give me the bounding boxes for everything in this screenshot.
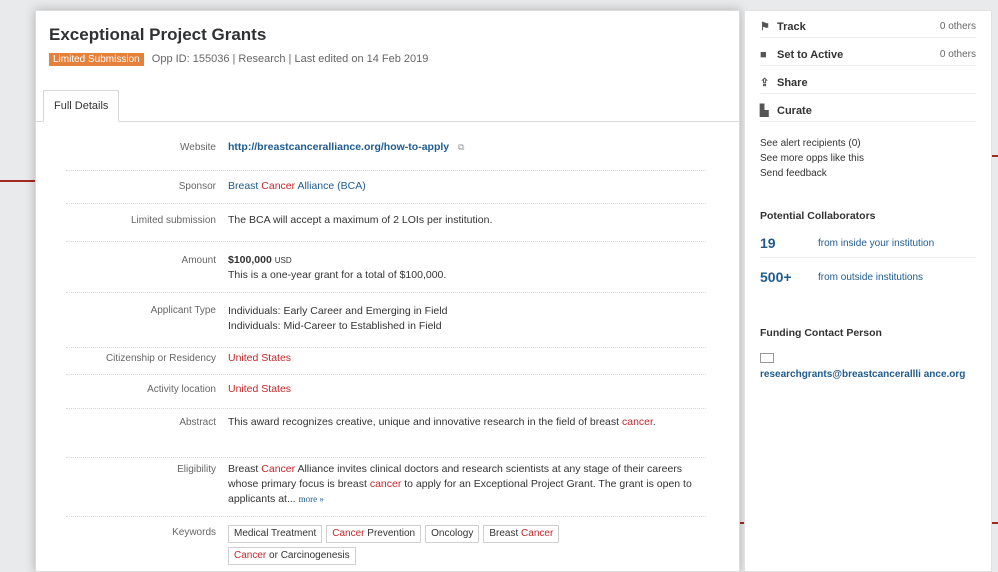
eligibility-red-1: Cancer (261, 463, 296, 475)
star-box-icon: ■ (760, 49, 767, 61)
abstract-text-red: cancer (621, 416, 653, 428)
keyword-chip[interactable]: Oncology (425, 525, 480, 543)
keyword-text: or Carcinogenesis (266, 550, 350, 561)
track-label: Track (777, 21, 806, 33)
keyword-chip[interactable]: Cancer Prevention (326, 525, 422, 543)
row-limited-submission: Limited submission The BCA will accept a… (66, 204, 706, 242)
email-icon (760, 353, 774, 363)
more-link[interactable]: more » (299, 494, 324, 504)
applicant-label: Applicant Type (150, 305, 216, 316)
activity-value: United States (228, 383, 292, 395)
eligibility-red-2: cancer (369, 478, 402, 490)
set-active-label: Set to Active (777, 49, 844, 61)
sponsor-value[interactable]: Breast Cancer Alliance (BCA) (228, 179, 694, 194)
collaborators-heading: Potential Collaborators (760, 210, 876, 222)
sponsor-text-red: Cancer (261, 180, 296, 192)
applicant-line-1: Individuals: Early Career and Emerging i… (228, 305, 448, 317)
keyword-text: Breast (489, 528, 522, 539)
tab-full-details[interactable]: Full Details (43, 90, 120, 122)
row-website: Website http://breastcanceralliance.org/… (66, 136, 706, 171)
curate-button[interactable]: ▙ Curate (760, 101, 976, 122)
curate-icon: ▙ (760, 105, 769, 117)
opportunity-meta: Limited Submission Opp ID: 155036 | Rese… (49, 53, 429, 66)
limited-value: The BCA will accept a maximum of 2 LOIs … (228, 214, 493, 226)
keyword-chip[interactable]: Cancer or Carcinogenesis (228, 547, 356, 565)
share-icon: ⇪ (760, 77, 770, 89)
eligibility-value: Breast Cancer Alliance invites clinical … (228, 462, 694, 507)
limited-submission-badge: Limited Submission (49, 53, 144, 66)
see-alert-recipients-link[interactable]: See alert recipients (0) (760, 138, 861, 149)
amount-label: Amount (181, 255, 216, 266)
website-label: Website (180, 142, 216, 153)
share-label: Share (777, 77, 808, 89)
amount-note: This is a one-year grant for a total of … (228, 269, 447, 281)
applicant-line-2: Individuals: Mid-Career to Established i… (228, 320, 442, 332)
external-link-icon[interactable]: ⧉ (458, 142, 464, 152)
page-title: Exceptional Project Grants (49, 25, 267, 44)
amount-currency: USD (274, 256, 292, 265)
sidebar: ⚑ Track 0 others ■ Set to Active 0 others … (744, 10, 992, 572)
row-eligibility: Eligibility Breast Cancer Alliance invit… (66, 458, 706, 517)
send-feedback-link[interactable]: Send feedback (760, 168, 827, 179)
collab-outside-count: 500+ (760, 269, 792, 285)
keywords-list: Medical Treatment Cancer Prevention Oncolo… (228, 525, 648, 569)
keyword-red: Cancer (234, 550, 267, 561)
keyword-text: Prevention (364, 528, 416, 539)
eligibility-text-1: Breast (228, 463, 262, 475)
website-value: http://breastcanceralliance.org/how-to-a… (228, 140, 694, 155)
tab-bar: Full Details (36, 90, 739, 122)
collab-inside-count: 19 (760, 235, 776, 251)
row-sponsor: Sponsor Breast Cancer Alliance (BCA) (66, 171, 706, 204)
collab-inside-text: from inside your institution (818, 238, 935, 249)
row-keywords: Keywords Medical Treatment Cancer Prevent… (66, 517, 706, 571)
abstract-value: This award recognizes creative, unique a… (228, 415, 694, 430)
keyword-chip[interactable]: Breast Cancer (483, 525, 560, 543)
curate-label: Curate (777, 105, 812, 117)
abstract-text-2: . (652, 416, 656, 428)
contact-email-link[interactable]: researchgrants@breastcancerallli ance.or… (760, 368, 980, 382)
keyword-red: Cancer (332, 528, 365, 539)
collab-outside-text: from outside institutions (818, 272, 924, 283)
row-amount: Amount $100,000 USD This is a one-year g… (66, 242, 706, 293)
collab-outside[interactable]: 500+ from outside institutions (760, 263, 976, 291)
keyword-text: Medical Treatment (234, 528, 317, 539)
citizenship-label: Citizenship or Residency (105, 353, 216, 364)
keyword-chip[interactable]: Medical Treatment (228, 525, 323, 543)
abstract-label: Abstract (179, 417, 216, 428)
flag-icon: ⚑ (760, 21, 770, 33)
track-count: 0 others (939, 21, 976, 32)
opportunity-panel: Exceptional Project Grants Limited Submi… (35, 10, 740, 572)
sponsor-label: Sponsor (178, 181, 216, 192)
sponsor-text-2: Alliance (BCA) (295, 180, 366, 192)
applicant-value: Individuals: Early Career and Emerging i… (228, 304, 694, 334)
keyword-text: Oncology (431, 528, 474, 539)
limited-label: Limited submission (130, 215, 216, 226)
amount-value: $100,000 USD This is a one-year grant fo… (228, 253, 694, 283)
share-button[interactable]: ⇪ Share (760, 73, 976, 94)
row-applicant-type: Applicant Type Individuals: Early Career… (66, 293, 706, 348)
set-active-count: 0 others (939, 49, 976, 60)
row-activity-location: Activity location United States (66, 375, 706, 409)
keyword-red: Cancer (521, 528, 554, 539)
row-abstract: Abstract This award recognizes creative,… (66, 409, 706, 458)
eligibility-label: Eligibility (177, 464, 216, 475)
collab-inside[interactable]: 19 from inside your institution (760, 229, 976, 258)
website-link[interactable]: http://breastcanceralliance.org/how-to-a… (228, 141, 449, 153)
citizenship-value: United States (228, 352, 292, 364)
sponsor-text-1: Breast (228, 180, 262, 192)
set-active-button[interactable]: ■ Set to Active 0 others (760, 45, 976, 66)
meta-text: Opp ID: 155036 | Research | Last edited … (151, 53, 429, 65)
track-button[interactable]: ⚑ Track 0 others (760, 17, 976, 38)
activity-label: Activity location (147, 384, 216, 395)
amount-number: $100,000 (228, 254, 272, 266)
keywords-label: Keywords (172, 527, 216, 538)
abstract-text-1: This award recognizes creative, unique a… (228, 416, 622, 428)
see-more-opps-link[interactable]: See more opps like this (760, 153, 864, 164)
row-citizenship: Citizenship or Residency United States (66, 348, 706, 375)
contact-heading: Funding Contact Person (760, 327, 882, 339)
